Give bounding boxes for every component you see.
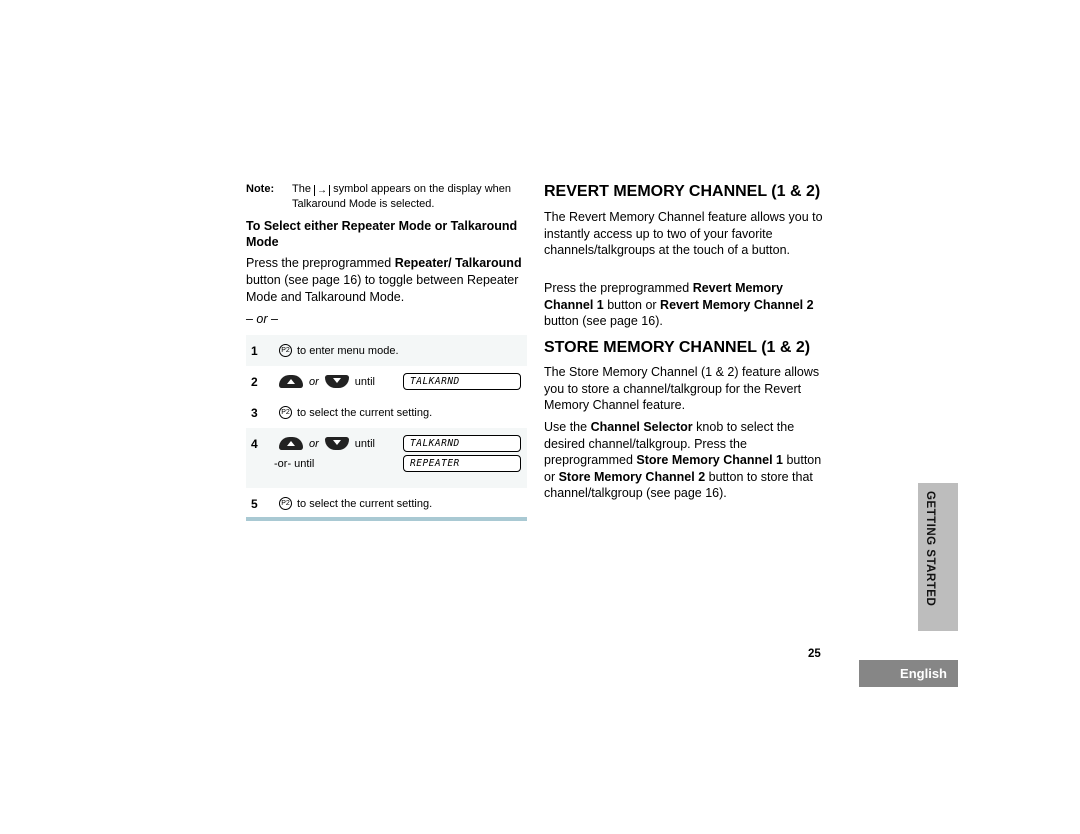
- store-para-1: The Store Memory Channel (1 & 2) feature…: [544, 365, 820, 412]
- p2-button-icon: P2: [279, 406, 292, 419]
- p2-button-icon: P2: [279, 344, 292, 357]
- note-label: Note:: [246, 183, 275, 195]
- display-readout-alt: REPEATER: [403, 455, 521, 472]
- step-5: 5 P2 to select the current setting.: [251, 496, 433, 511]
- store-para-2: Use the Channel Selector knob to select …: [544, 420, 822, 500]
- or-separator: – or –: [246, 312, 278, 326]
- revert-para-1: The Revert Memory Channel feature allows…: [544, 210, 823, 257]
- language-tab: English: [859, 660, 958, 687]
- steps-bottom-rule: [246, 517, 527, 521]
- revert-heading: REVERT MEMORY CHANNEL (1 & 2): [544, 183, 821, 200]
- display-readout: TALKARND: [403, 373, 521, 390]
- up-button-icon: [279, 375, 303, 388]
- toggle-paragraph: Press the preprogrammed Repeater/ Talkar…: [246, 256, 522, 304]
- step-3: 3 P2 to select the current setting.: [251, 405, 433, 420]
- page-number: 25: [808, 648, 821, 660]
- p2-button-icon: P2: [279, 497, 292, 510]
- subheading: To Select either Repeater Mode or Talkar…: [246, 219, 518, 249]
- note-text: The → symbol appears on the display when…: [292, 183, 512, 210]
- up-button-icon: [279, 437, 303, 450]
- step-2: 2 or until TALKARND: [246, 366, 527, 397]
- display-readout: TALKARND: [403, 435, 521, 452]
- talkaround-symbol-icon: →: [314, 185, 331, 196]
- steps-list: 1 P2 to enter menu mode. 2 or until TALK…: [246, 335, 527, 519]
- down-button-icon: [324, 375, 349, 388]
- step-4: 4 or until TALKARND -or- until REPEATER: [246, 428, 527, 488]
- step-1: 1 P2 to enter menu mode.: [246, 335, 527, 366]
- down-button-icon: [324, 437, 349, 450]
- revert-para-2: Press the preprogrammed Revert Memory Ch…: [544, 281, 814, 328]
- section-tab-getting-started: GETTING STARTED: [918, 483, 958, 631]
- store-heading: STORE MEMORY CHANNEL (1 & 2): [544, 339, 811, 356]
